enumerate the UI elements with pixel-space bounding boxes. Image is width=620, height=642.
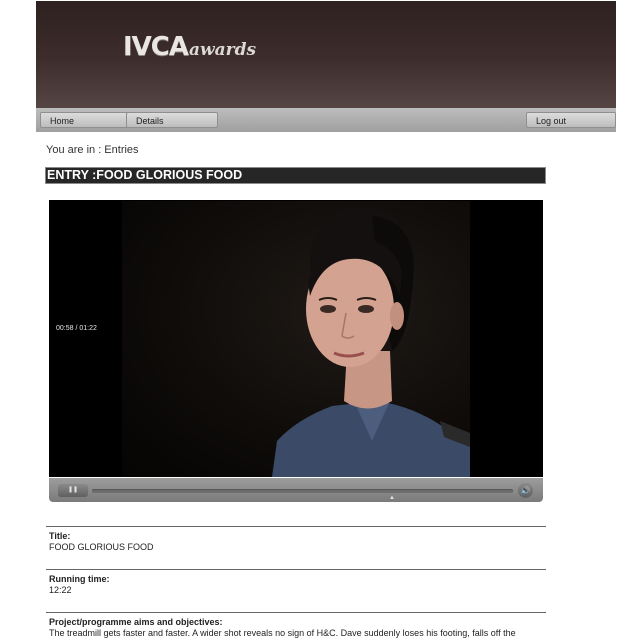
video-time-display: 00:58 / 01:22 (56, 325, 97, 332)
field-title: Title: FOOD GLORIOUS FOOD (46, 526, 546, 570)
field-label: Project/programme aims and objectives: (49, 617, 223, 627)
entry-heading: ENTRY :FOOD GLORIOUS FOOD (45, 167, 546, 184)
nav-bar: Home Details Log out (36, 108, 616, 132)
nav-tab-logout[interactable]: Log out (526, 112, 616, 128)
field-value: The treadmill gets faster and faster. A … (49, 628, 516, 638)
field-value: 12:22 (49, 585, 72, 595)
field-value: FOOD GLORIOUS FOOD (49, 542, 154, 552)
logo-wordmark: IVCA (123, 32, 189, 62)
seek-bar[interactable] (92, 489, 513, 493)
nav-tab-details[interactable]: Details (126, 112, 218, 128)
breadcrumb: You are in : Entries (46, 144, 139, 156)
nav-tab-home[interactable]: Home (40, 112, 132, 128)
field-label: Title: (49, 531, 71, 541)
video-player[interactable]: 00:58 / 01:22 (49, 200, 543, 477)
ivca-awards-logo[interactable]: IVCA awards (123, 32, 256, 60)
field-running-time: Running time: 12:22 (46, 569, 546, 613)
site-header: IVCA awards (36, 1, 616, 108)
video-still-image (272, 206, 470, 477)
volume-icon[interactable]: 🔊 (518, 483, 533, 498)
seek-marker-icon[interactable]: ▲ (389, 495, 395, 501)
pause-button[interactable]: ❚❚ (58, 484, 88, 497)
video-controls: ❚❚ ▲ 🔊 (49, 478, 543, 502)
video-frame[interactable] (122, 201, 470, 477)
field-label: Running time: (49, 574, 110, 584)
logo-subtitle: awards (189, 40, 257, 60)
